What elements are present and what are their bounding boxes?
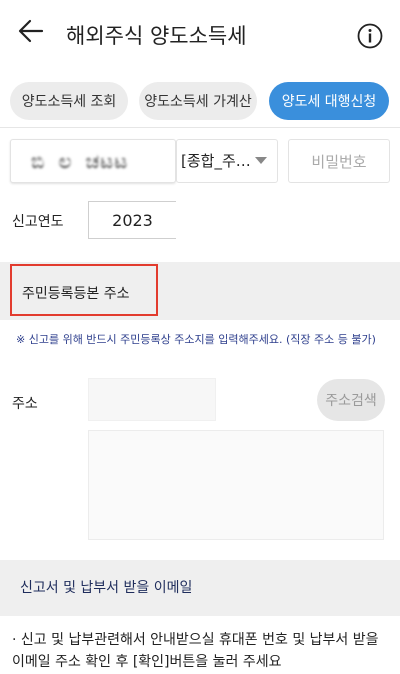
address-notice: ※ 신고를 위해 반드시 주민등록상 주소지를 입력해주세요. (직장 주소 등… (16, 333, 376, 346)
chevron-down-icon (255, 157, 267, 164)
masked-account-number: ಬಿ ಲ ಚಟಟ (31, 149, 129, 173)
tab-tax-agency-request[interactable]: 양도세 대행신청 (269, 82, 389, 120)
account-type-select[interactable]: [종합_주… (176, 139, 278, 183)
tab-tax-estimate[interactable]: 양도소득세 가계산 (139, 82, 257, 120)
email-section-title: 신고서 및 납부서 받을 이메일 (20, 580, 193, 596)
arrow-left-icon[interactable] (18, 18, 44, 44)
info-circle-icon[interactable] (357, 23, 383, 49)
password-field[interactable]: 비밀번호 (288, 139, 390, 183)
tab-bar: 양도소득세 조회 양도소득세 가계산 양도세 대행신청 (0, 82, 400, 122)
report-year-label: 신고연도 (12, 214, 64, 230)
address-detail-field[interactable] (88, 430, 384, 540)
email-section-description: · 신고 및 납부관련해서 안내받으실 휴대폰 번호 및 납부서 받을 이메일 … (12, 632, 379, 670)
app-header: 해외주식 양도소득세 (0, 0, 400, 70)
account-number-field[interactable]: ಬಿ ಲ ಚಟಟ (10, 139, 176, 183)
address-label: 주소 (12, 396, 38, 412)
postal-code-field[interactable] (88, 378, 216, 421)
tab-tax-inquiry[interactable]: 양도소득세 조회 (10, 82, 128, 120)
address-search-button[interactable]: 주소검색 (317, 379, 385, 421)
address-section-title: 주민등록등본 주소 (22, 286, 130, 302)
report-year-input[interactable]: 2023 (88, 201, 176, 239)
divider (0, 127, 400, 128)
page-title: 해외주식 양도소득세 (66, 24, 247, 48)
account-type-value: [종합_주… (181, 152, 251, 170)
